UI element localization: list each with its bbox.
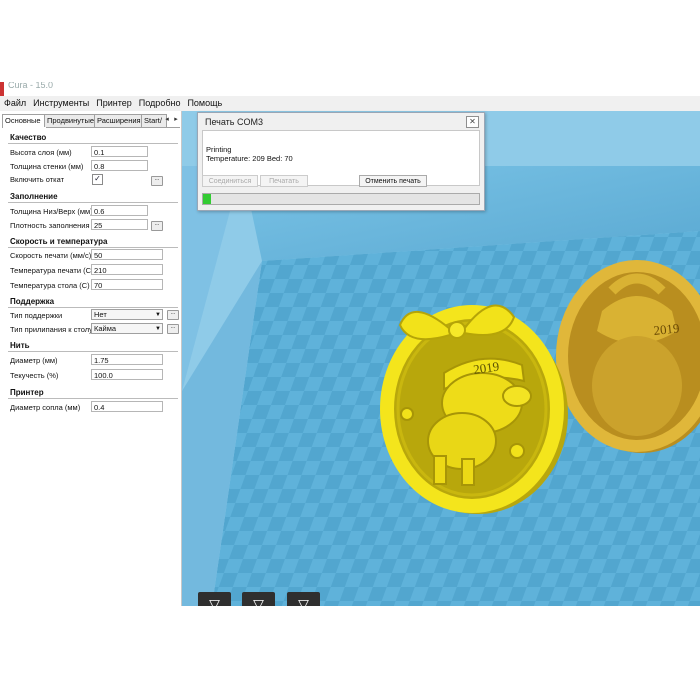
- tab-scroll-left-icon[interactable]: ◂: [163, 115, 171, 125]
- section-divider: [8, 398, 178, 399]
- tab-scroll-right-icon[interactable]: ▸: [172, 115, 180, 125]
- window-edge-accent: [0, 82, 4, 96]
- print-speed-label: Скорость печати (мм/с): [10, 251, 92, 260]
- chevron-down-icon: ▼: [155, 312, 161, 318]
- section-quality-title: Качество: [10, 133, 47, 142]
- top-bottom-label: Толщина Низ/Верх (мм): [10, 207, 93, 216]
- retraction-checkbox[interactable]: ✓: [92, 174, 103, 185]
- support-type-select[interactable]: Нет ▼: [91, 309, 163, 320]
- window-title: Cura - 15.0: [8, 82, 54, 90]
- section-speed-title: Скорость и температура: [10, 237, 108, 246]
- nozzle-input[interactable]: 0.4: [91, 401, 163, 412]
- adhesion-settings-button[interactable]: ...: [167, 324, 179, 334]
- print-progress-fill: [203, 194, 212, 204]
- connect-button[interactable]: Соединиться: [202, 175, 258, 187]
- section-divider: [8, 202, 178, 203]
- model-2-year-text: 2019: [653, 320, 680, 338]
- tab-basic[interactable]: Основные: [2, 114, 47, 128]
- temperature-status-text: Temperature: 209 Bed: 70: [206, 154, 293, 163]
- flow-label: Текучесть (%): [10, 371, 59, 380]
- section-divider: [8, 307, 178, 308]
- bottom-blank-area: [0, 606, 700, 700]
- settings-panel: Основные Продвинутые Расширения Start/ ◂…: [0, 111, 182, 606]
- print-dialog: Печать COM3 ✕ Printing Temperature: 209 …: [197, 112, 485, 211]
- settings-tabs: Основные Продвинутые Расширения Start/ ◂…: [2, 114, 180, 128]
- adhesion-value: Кайма: [94, 324, 117, 333]
- print-button[interactable]: Печатать: [260, 175, 308, 187]
- top-bottom-input[interactable]: 0.6: [91, 205, 148, 216]
- fill-density-input[interactable]: 25: [91, 219, 148, 230]
- print-progress-bar: [202, 193, 480, 205]
- print-status-text: Printing: [206, 145, 232, 154]
- cancel-print-button[interactable]: Отменить печать: [359, 175, 427, 187]
- fill-density-label: Плотность заполнения: [10, 221, 90, 230]
- retraction-label: Включить откат: [10, 175, 65, 184]
- menu-file[interactable]: Файл: [0, 96, 29, 108]
- wall-thickness-input[interactable]: 0.8: [91, 160, 148, 171]
- layer-height-input[interactable]: 0.1: [91, 146, 148, 157]
- tab-plugins[interactable]: Расширения: [94, 114, 144, 127]
- section-divider: [8, 351, 178, 352]
- section-divider: [8, 143, 178, 144]
- menu-printer[interactable]: Принтер: [92, 96, 135, 108]
- menu-expert[interactable]: Подробно: [135, 96, 184, 108]
- support-settings-button[interactable]: ...: [167, 310, 179, 320]
- diameter-input[interactable]: 1.75: [91, 354, 163, 365]
- chevron-down-icon: ▼: [155, 326, 161, 332]
- flow-input[interactable]: 100.0: [91, 369, 163, 380]
- print-speed-input[interactable]: 50: [91, 249, 163, 260]
- fill-settings-button[interactable]: ...: [151, 221, 163, 231]
- section-divider: [8, 247, 178, 248]
- menu-bar: Файл Инструменты Принтер Подробно Помощь: [0, 96, 700, 112]
- adhesion-select[interactable]: Кайма ▼: [91, 323, 163, 334]
- section-machine-title: Принтер: [10, 388, 44, 397]
- bed-temp-input[interactable]: 70: [91, 279, 163, 290]
- menu-tools[interactable]: Инструменты: [29, 96, 92, 108]
- bed-temp-label: Температура стола (C): [10, 281, 90, 290]
- wall-thickness-label: Толщина стенки (мм): [10, 162, 84, 171]
- support-type-label: Тип поддержки: [10, 311, 63, 320]
- tab-advanced[interactable]: Продвинутые: [44, 114, 97, 127]
- section-filament-title: Нить: [10, 341, 30, 350]
- section-support-title: Поддержка: [10, 297, 55, 306]
- close-icon[interactable]: ✕: [466, 116, 479, 128]
- retraction-settings-button[interactable]: ...: [151, 176, 163, 186]
- print-temp-label: Температура печати (C): [10, 266, 94, 275]
- dialog-title: Печать COM3: [205, 117, 263, 127]
- menu-help[interactable]: Помощь: [183, 96, 225, 108]
- diameter-label: Диаметр (мм): [10, 356, 58, 365]
- print-temp-input[interactable]: 210: [91, 264, 163, 275]
- layer-height-label: Высота слоя (мм): [10, 148, 72, 157]
- window-title-bar: Cura - 15.0: [0, 82, 700, 96]
- support-type-value: Нет: [94, 310, 107, 319]
- section-fill-title: Заполнение: [10, 192, 58, 201]
- nozzle-label: Диаметр сопла (мм): [10, 403, 81, 412]
- model-piggy-ornament-2: 2019: [556, 260, 700, 453]
- adhesion-label: Тип прилипания к столу: [10, 325, 93, 334]
